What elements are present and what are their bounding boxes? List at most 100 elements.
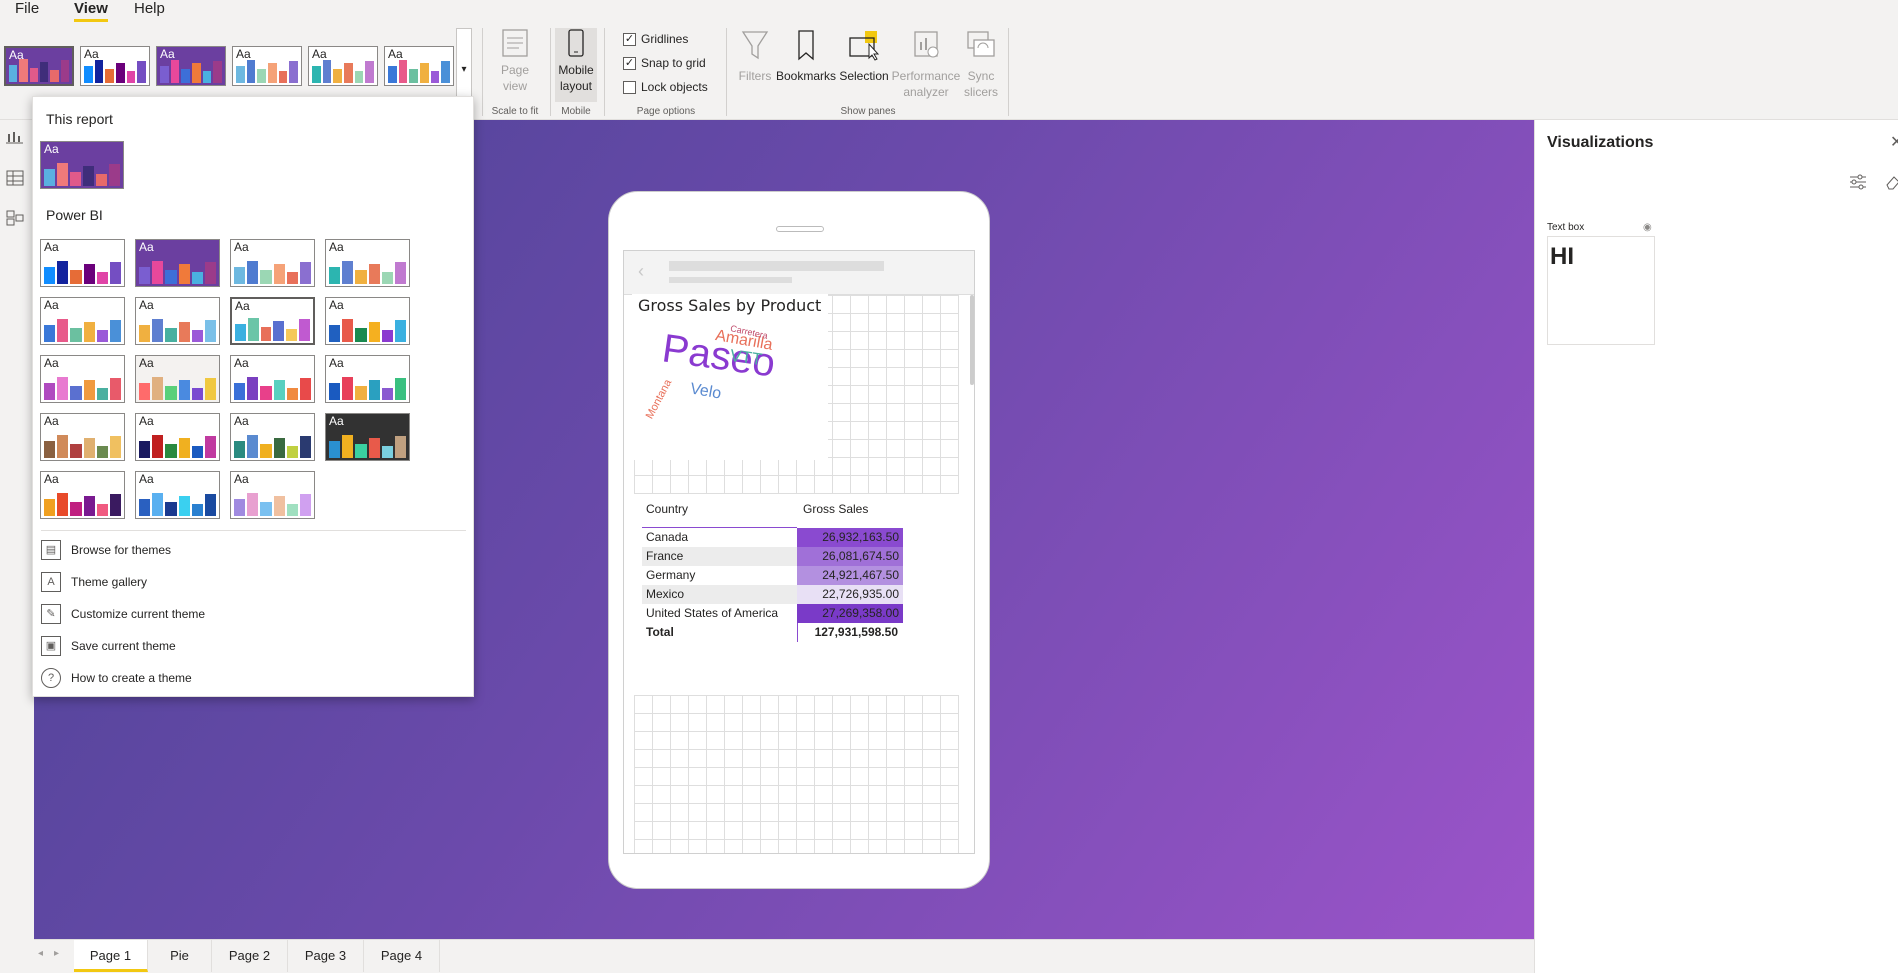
power-bi-theme-7[interactable]: Aa xyxy=(230,297,315,345)
power-bi-theme-19[interactable]: Aa xyxy=(230,471,315,519)
sync-slicers-button[interactable]: Sync slicers xyxy=(962,28,1000,100)
format-settings-icon[interactable] xyxy=(1849,174,1867,193)
tab-prev-icon[interactable]: ◂ xyxy=(38,948,43,959)
theme-color-bar xyxy=(70,327,82,342)
theme-color-bar xyxy=(202,71,212,83)
theme-color-bar xyxy=(420,62,429,83)
theme-color-bar xyxy=(109,378,122,400)
menu-view[interactable]: View xyxy=(74,0,108,22)
eraser-icon[interactable] xyxy=(1885,174,1898,193)
theme-aa-label: Aa xyxy=(44,240,59,254)
power-bi-theme-15[interactable]: Aa xyxy=(230,413,315,461)
page-tab-2[interactable]: Pie xyxy=(148,940,212,972)
theme-color-bar xyxy=(329,267,341,284)
power-bi-theme-13[interactable]: Aa xyxy=(40,413,125,461)
theme-color-bar xyxy=(273,263,285,284)
text-box-card[interactable]: HI xyxy=(1547,236,1655,345)
power-bi-theme-16[interactable]: Aa xyxy=(325,413,410,461)
scrollbar[interactable] xyxy=(970,295,974,385)
theme-color-bars xyxy=(44,260,122,284)
mobile-layout-label: Mobile layout xyxy=(558,63,594,93)
theme-color-bar xyxy=(286,446,298,458)
power-bi-theme-11[interactable]: Aa xyxy=(230,355,315,403)
theme-color-bar xyxy=(355,269,367,284)
page-view-button[interactable]: Page view xyxy=(488,28,542,94)
filters-button[interactable]: Filters xyxy=(736,28,774,84)
theme-color-bar xyxy=(204,378,217,400)
model-view-icon[interactable] xyxy=(6,210,24,226)
performance-analyzer-button[interactable]: Performance analyzer xyxy=(890,28,962,100)
theme-color-bar xyxy=(139,383,151,400)
ribbon-theme-6[interactable]: Aa xyxy=(384,46,454,86)
theme-color-bar xyxy=(165,443,177,458)
country-cell: Germany xyxy=(646,568,696,582)
report-view-icon[interactable] xyxy=(6,130,24,144)
power-bi-theme-17[interactable]: Aa xyxy=(40,471,125,519)
ribbon-theme-5[interactable]: Aa xyxy=(308,46,378,86)
theme-color-bar xyxy=(160,66,169,83)
page-tab-4[interactable]: Page 3 xyxy=(288,940,364,972)
theme-link-3[interactable]: ✎ Customize current theme xyxy=(41,602,205,626)
theme-link-2[interactable]: A Theme gallery xyxy=(41,570,147,594)
theme-color-bars xyxy=(234,492,312,516)
ribbon-theme-4[interactable]: Aa xyxy=(232,46,302,86)
snap-to-grid-checkbox[interactable]: ✓ Snap to grid xyxy=(623,56,706,70)
theme-link-label: Customize current theme xyxy=(71,607,206,621)
theme-color-bar xyxy=(273,495,285,516)
power-bi-theme-4[interactable]: Aa xyxy=(325,239,410,287)
word-cloud-visual[interactable]: Gross Sales by Product Paseo Amarilla VT… xyxy=(632,294,828,460)
menu-help[interactable]: Help xyxy=(134,0,165,22)
power-bi-theme-9[interactable]: Aa xyxy=(40,355,125,403)
bookmarks-button[interactable]: Bookmarks xyxy=(776,28,836,84)
menu-file[interactable]: File xyxy=(15,0,39,22)
mobile-layout-button[interactable]: Mobile layout xyxy=(555,28,597,102)
theme-color-bar xyxy=(139,325,151,342)
theme-aa-label: Aa xyxy=(44,298,59,312)
power-bi-theme-3[interactable]: Aa xyxy=(230,239,315,287)
power-bi-theme-5[interactable]: Aa xyxy=(40,297,125,345)
this-report-theme[interactable]: Aa xyxy=(40,141,124,189)
theme-color-bar xyxy=(96,272,108,284)
table-total-row: Total 127,931,598.50 xyxy=(642,623,902,642)
power-bi-theme-1[interactable]: Aa xyxy=(40,239,125,287)
ribbon-theme-2[interactable]: Aa xyxy=(80,46,150,86)
country-cell: Canada xyxy=(646,530,689,544)
table-header-row: Country Gross Sales xyxy=(642,500,902,519)
close-pane-icon[interactable]: ✕ xyxy=(1890,132,1898,152)
page-tab-3[interactable]: Page 2 xyxy=(212,940,288,972)
gridlines-checkbox[interactable]: ✓ Gridlines xyxy=(623,32,688,46)
theme-link-4[interactable]: ▣ Save current theme xyxy=(41,634,176,658)
theme-color-bar xyxy=(178,437,190,458)
page-tab-1[interactable]: Page 1 xyxy=(74,940,148,972)
theme-link-1[interactable]: ▤ Browse for themes xyxy=(41,538,171,562)
tab-next-icon[interactable]: ▸ xyxy=(54,948,59,959)
theme-aa-label: Aa xyxy=(139,240,154,254)
theme-color-bar xyxy=(152,377,164,400)
power-bi-theme-2[interactable]: Aa xyxy=(135,239,220,287)
theme-color-bar xyxy=(381,446,393,458)
eye-visibility-icon[interactable]: ◉ xyxy=(1643,222,1652,233)
theme-color-bar xyxy=(181,68,191,83)
theme-color-bar xyxy=(57,163,68,186)
power-bi-theme-8[interactable]: Aa xyxy=(325,297,410,345)
power-bi-theme-14[interactable]: Aa xyxy=(135,413,220,461)
header-gross-sales: Gross Sales xyxy=(803,502,869,516)
power-bi-theme-6[interactable]: Aa xyxy=(135,297,220,345)
page-tab-5[interactable]: Page 4 xyxy=(364,940,440,972)
power-bi-theme-12[interactable]: Aa xyxy=(325,355,410,403)
selection-button[interactable]: Selection xyxy=(838,28,890,84)
ribbon-theme-3[interactable]: Aa xyxy=(156,46,226,86)
theme-color-bar xyxy=(109,164,120,186)
theme-color-bars xyxy=(139,260,217,284)
theme-color-bar xyxy=(60,60,69,82)
theme-aa-label: Aa xyxy=(234,356,249,370)
power-bi-theme-10[interactable]: Aa xyxy=(135,355,220,403)
theme-link-5[interactable]: ? How to create a theme xyxy=(41,666,192,690)
browse-icon: ▤ xyxy=(41,540,61,560)
ribbon-theme-1[interactable]: Aa xyxy=(4,46,74,86)
data-view-icon[interactable] xyxy=(6,170,24,186)
lock-objects-checkbox[interactable]: Lock objects xyxy=(623,80,708,94)
empty-checkbox-icon xyxy=(623,80,636,94)
theme-color-bars xyxy=(139,434,217,458)
power-bi-theme-18[interactable]: Aa xyxy=(135,471,220,519)
